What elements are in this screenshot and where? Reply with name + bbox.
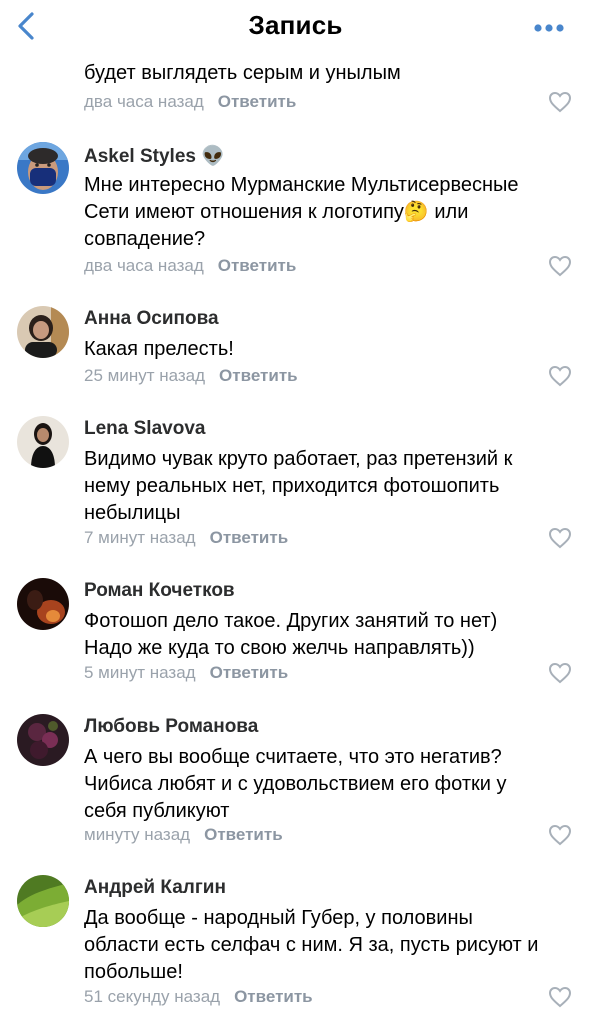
avatar[interactable] bbox=[17, 416, 69, 468]
reply-button[interactable]: Ответить bbox=[219, 366, 298, 385]
alien-emoji: 👽 bbox=[201, 146, 225, 167]
comment-time: 25 минут назад bbox=[84, 366, 206, 385]
comment-author[interactable]: Андрей Калгин bbox=[84, 877, 226, 899]
like-icon[interactable] bbox=[548, 255, 572, 277]
comment-author[interactable]: Роман Кочетков bbox=[84, 580, 235, 602]
comment-time: два часа назад bbox=[84, 92, 204, 111]
like-icon[interactable] bbox=[548, 662, 572, 684]
avatar-image bbox=[17, 142, 69, 194]
avatar[interactable] bbox=[17, 714, 69, 766]
comment-text: Какая прелесть! bbox=[84, 338, 234, 360]
comment-time: 7 минут назад bbox=[84, 528, 196, 547]
comment-author[interactable]: Анна Осипова bbox=[84, 308, 219, 330]
comment-meta-partial: два часа назад Ответить bbox=[84, 92, 296, 112]
comment-text: А чего вы вообще считаете, что это негат… bbox=[84, 746, 507, 822]
comment-author[interactable]: Lena Slavova bbox=[84, 418, 205, 440]
reply-button[interactable]: Ответить bbox=[210, 663, 289, 682]
comment-author[interactable]: Любовь Романова bbox=[84, 716, 258, 738]
like-icon[interactable] bbox=[548, 527, 572, 549]
comment-time: 5 минут назад bbox=[84, 663, 196, 682]
comment-meta: 25 минут назад Ответить bbox=[84, 366, 298, 386]
comment-meta: 51 секунду назад Ответить bbox=[84, 987, 313, 1007]
avatar[interactable] bbox=[17, 578, 69, 630]
comment-text: Да вообще - народный Губер, у половины о… bbox=[84, 907, 539, 983]
comment-text: Видимо чувак круто работает, раз претенз… bbox=[84, 448, 513, 524]
comment-text: Мне интересно Мурманские Мультисервесные… bbox=[84, 174, 519, 250]
comment-time: два часа назад bbox=[84, 256, 204, 275]
comment-meta: 5 минут назад Ответить bbox=[84, 663, 288, 683]
more-horizontal-icon bbox=[534, 24, 564, 32]
comment-meta: два часа назад Ответить bbox=[84, 256, 296, 276]
comment-text: Фотошоп дело такое. Других занятий то не… bbox=[84, 610, 498, 659]
reply-button[interactable]: Ответить bbox=[218, 256, 297, 275]
avatar-image bbox=[17, 714, 69, 766]
comment-time: 51 секунду назад bbox=[84, 987, 221, 1006]
like-icon[interactable] bbox=[548, 986, 572, 1008]
avatar-image bbox=[17, 875, 69, 927]
reply-button[interactable]: Ответить bbox=[210, 528, 289, 547]
avatar-image bbox=[17, 306, 69, 358]
comment-time: минуту назад bbox=[84, 825, 191, 844]
like-icon[interactable] bbox=[548, 824, 572, 846]
nav-bar: Запись bbox=[0, 0, 591, 56]
avatar-image bbox=[17, 416, 69, 468]
comment-meta: минуту назад Ответить bbox=[84, 825, 283, 845]
comment-author[interactable]: Askel Styles 👽 bbox=[84, 144, 225, 168]
avatar-image bbox=[17, 578, 69, 630]
like-icon[interactable] bbox=[548, 91, 572, 113]
avatar[interactable] bbox=[17, 306, 69, 358]
reply-button[interactable]: Ответить bbox=[234, 987, 313, 1006]
avatar[interactable] bbox=[17, 142, 69, 194]
reply-button[interactable]: Ответить bbox=[218, 92, 297, 111]
page-title: Запись bbox=[248, 10, 343, 40]
reply-button[interactable]: Ответить bbox=[204, 825, 283, 844]
more-button[interactable] bbox=[529, 14, 569, 42]
comment-text-partial: будет выглядеть серым и унылым bbox=[84, 62, 401, 84]
comment-meta: 7 минут назад Ответить bbox=[84, 528, 288, 548]
like-icon[interactable] bbox=[548, 365, 572, 387]
avatar[interactable] bbox=[17, 875, 69, 927]
